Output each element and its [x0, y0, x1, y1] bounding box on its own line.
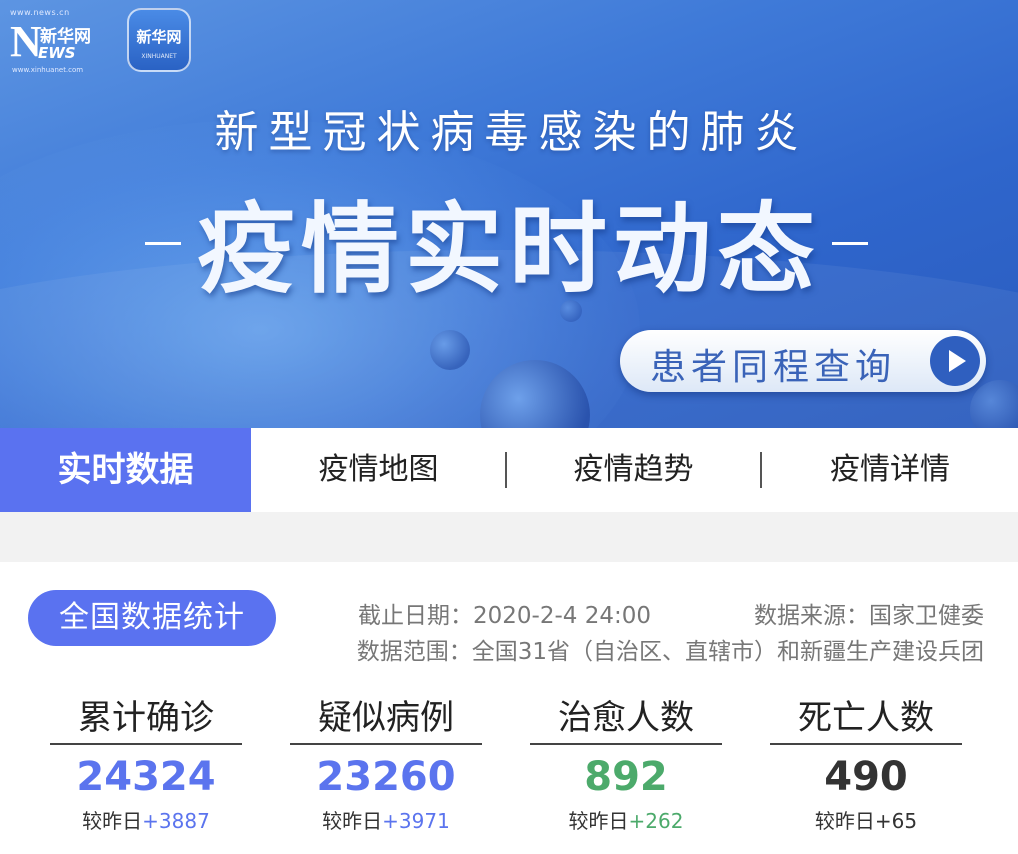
national-stats-badge: 全国数据统计	[28, 590, 276, 646]
delta-prefix: 较昨日	[814, 809, 875, 833]
stat-value: 23260	[316, 754, 456, 800]
patient-trip-query-button[interactable]: 患者同程查询	[620, 330, 986, 392]
app-icon-title: 新华网	[136, 28, 182, 46]
delta-prefix: 较昨日	[568, 809, 629, 833]
stat-value: 490	[824, 754, 908, 800]
delta-value: +3971	[382, 809, 450, 833]
stat-divider	[50, 743, 242, 745]
logo-n: N	[10, 17, 42, 66]
data-source: 数据来源：国家卫健委	[754, 603, 984, 629]
stat-label: 死亡人数	[798, 698, 934, 738]
banner-subtitle: 新型冠状病毒感染的肺炎	[214, 107, 809, 158]
stat-delta: 较昨日+262	[530, 805, 722, 834]
delta-value: +262	[628, 809, 684, 833]
stat-divider	[290, 743, 482, 745]
stat-recovered: 治愈人数 892 较昨日+262	[530, 697, 722, 834]
delta-prefix: 较昨日	[322, 809, 383, 833]
stat-delta: 较昨日+3887	[50, 805, 242, 834]
stat-deaths: 死亡人数 490 较昨日+65	[770, 697, 962, 834]
delta-value: +3887	[142, 809, 210, 833]
stat-label: 累计确诊	[78, 698, 214, 738]
stat-delta: 较昨日+65	[770, 805, 962, 834]
xinhua-app-icon[interactable]: 新华网 XINHUANET	[127, 8, 191, 72]
query-button-label: 患者同程查询	[650, 347, 897, 388]
stat-label: 疑似病例	[318, 698, 454, 738]
stat-value: 892	[584, 754, 668, 800]
tab-realtime-data[interactable]: 实时数据	[0, 428, 251, 512]
logo-site-text: www.news.cn	[10, 8, 70, 17]
national-stats-section: 全国数据统计 截止日期：2020-2-4 24:00 数据来源：国家卫健委 数据…	[0, 562, 1018, 854]
stat-confirmed: 累计确诊 24324 较昨日+3887	[50, 697, 242, 834]
cutoff-date: 截止日期：2020-2-4 24:00	[358, 603, 651, 629]
virus-graphic	[430, 330, 470, 370]
stat-suspected: 疑似病例 23260 较昨日+3971	[290, 697, 482, 834]
stat-label: 治愈人数	[558, 698, 694, 738]
stat-value: 24324	[76, 754, 216, 800]
delta-value: +65	[874, 809, 918, 833]
banner-title: 疫情实时动态	[196, 193, 821, 307]
delta-prefix: 较昨日	[82, 809, 143, 833]
tab-epidemic-map[interactable]: 疫情地图	[251, 428, 506, 512]
tab-epidemic-details[interactable]: 疫情详情	[762, 428, 1018, 512]
stat-divider	[770, 743, 962, 745]
logo-ews: EWS	[38, 44, 76, 62]
tab-bar: 实时数据 疫情地图 疫情趋势 疫情详情	[0, 428, 1018, 512]
play-icon	[930, 336, 980, 386]
stat-delta: 较昨日+3971	[290, 805, 482, 834]
stat-divider	[530, 743, 722, 745]
app-icon-sub: XINHUANET	[141, 53, 177, 60]
banner-title-row: 疫情实时动态	[0, 170, 1018, 310]
tab-epidemic-trend[interactable]: 疫情趋势	[507, 428, 760, 512]
title-dash-right	[832, 242, 868, 245]
xinhua-news-logo[interactable]: www.news.cn N 新华网 EWS www.xinhuanet.com	[10, 8, 110, 74]
logo-sub: www.xinhuanet.com	[12, 66, 84, 74]
data-scope: 数据范围：全国31省（自治区、直辖市）和新疆生产建设兵团	[356, 639, 984, 665]
section-gap	[0, 512, 1018, 562]
hero-banner: www.news.cn N 新华网 EWS www.xinhuanet.com …	[0, 0, 1018, 428]
